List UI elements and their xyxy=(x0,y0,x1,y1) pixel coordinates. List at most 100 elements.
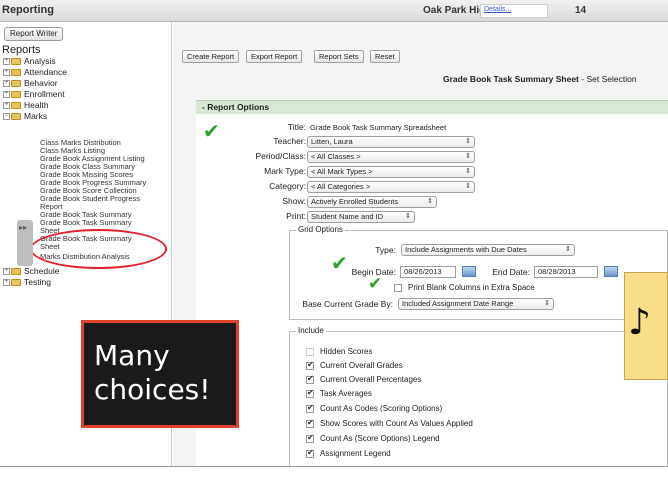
folder-icon xyxy=(11,91,21,99)
expand-icon[interactable]: + xyxy=(3,102,10,110)
annotation-text: Many choices! xyxy=(94,339,211,406)
select-arrow-icon: ⇕ xyxy=(405,213,411,220)
panel-collapse-handle[interactable]: ▸▸ xyxy=(17,220,33,266)
teacher-select[interactable]: Litten, Laura ⇕ xyxy=(307,136,475,148)
page-title: Grade Book Task Summary Sheet - Set Sele… xyxy=(443,74,637,84)
print-select[interactable]: Student Name and ID ⇕ xyxy=(307,211,415,223)
expand-icon[interactable]: + xyxy=(3,279,10,287)
screenshot-frame: Reporting Oak Park Hig Details... 14 Rep… xyxy=(0,0,668,493)
folder-icon xyxy=(11,69,21,77)
expand-icon[interactable]: + xyxy=(3,80,10,88)
mark-type-label: Mark Type: xyxy=(264,166,306,176)
tree-item-health[interactable]: + Health xyxy=(3,100,49,111)
report-sets-button[interactable]: Report Sets xyxy=(314,50,364,63)
count-as-legend-checkbox[interactable] xyxy=(306,433,314,443)
checkmark-icon: ✔ xyxy=(331,253,348,275)
tree-label: Marks xyxy=(24,111,48,121)
include-legend: Include xyxy=(296,326,326,335)
highlight-ring xyxy=(30,229,167,269)
include-group: Include Hidden Scores Current Overall Gr… xyxy=(289,326,668,466)
select-arrow-icon: ⇕ xyxy=(465,168,471,175)
select-arrow-icon: ⇕ xyxy=(465,138,471,145)
print-blank-columns-checkbox[interactable] xyxy=(394,284,402,292)
select-value: Included Assignment Date Range xyxy=(402,299,514,308)
expand-icon[interactable]: + xyxy=(3,58,10,66)
tree-item-marks[interactable]: − Marks xyxy=(3,111,47,122)
report-writer-button[interactable]: Report Writer xyxy=(4,27,64,41)
print-blank-columns-label: Print Blank Columns in Extra Space xyxy=(408,283,535,292)
expand-icon[interactable]: + xyxy=(3,91,10,99)
audio-note-box[interactable]: ♪ xyxy=(624,272,668,380)
assignment-legend-label: Assignment Legend xyxy=(320,449,391,458)
report-options-header[interactable]: - Report Options xyxy=(196,100,668,114)
report-options-form: Title: Grade Book Task Summary Spreadshe… xyxy=(196,114,668,466)
current-overall-percentages-checkbox[interactable] xyxy=(306,374,314,384)
checkmark-icon: ✔ xyxy=(368,274,383,293)
tree-label: Attendance xyxy=(24,67,68,77)
page-subtitle: - Set Selection xyxy=(581,74,637,84)
hidden-scores-checkbox[interactable] xyxy=(306,348,314,356)
category-label: Category: xyxy=(269,181,306,191)
show-scores-count-as-label: Show Scores with Count As Values Applied xyxy=(320,419,473,428)
select-value: < All Mark Types > xyxy=(311,167,373,176)
report-name: Grade Book Task Summary Sheet xyxy=(443,74,579,84)
calendar-icon[interactable] xyxy=(604,266,618,277)
top-bar: Reporting Oak Park Hig Details... 14 xyxy=(0,0,668,22)
tree-item-schedule[interactable]: + Schedule xyxy=(3,266,59,277)
bottom-bar xyxy=(0,466,668,493)
select-arrow-icon: ⇕ xyxy=(427,198,433,205)
title-value[interactable]: Grade Book Task Summary Spreadsheet xyxy=(310,123,446,132)
select-value: Actively Enrolled Students xyxy=(311,197,399,206)
folder-open-icon xyxy=(11,113,21,121)
tree-item-analysis[interactable]: + Analysis xyxy=(3,56,56,67)
select-value: < All Categories > xyxy=(311,182,371,191)
tree-item-behavior[interactable]: + Behavior xyxy=(3,78,58,89)
count-as-legend-label: Count As (Score Options) Legend xyxy=(320,434,440,443)
tree-item-enrollment[interactable]: + Enrollment xyxy=(3,89,65,100)
reset-button[interactable]: Reset xyxy=(370,50,400,63)
expand-icon[interactable]: + xyxy=(3,69,10,77)
task-averages-checkbox[interactable] xyxy=(306,388,314,398)
category-select[interactable]: < All Categories > ⇕ xyxy=(307,181,475,193)
base-grade-label: Base Current Grade By: xyxy=(302,299,393,309)
annotation-box: Many choices! xyxy=(81,320,239,428)
current-overall-grades-label: Current Overall Grades xyxy=(320,361,403,370)
show-select[interactable]: Actively Enrolled Students ⇕ xyxy=(307,196,437,208)
details-link[interactable]: Details... xyxy=(484,6,511,13)
period-select[interactable]: < All Classes > ⇕ xyxy=(307,151,475,163)
show-label: Show: xyxy=(282,196,306,206)
select-arrow-icon: ⇕ xyxy=(465,183,471,190)
show-scores-count-as-checkbox[interactable] xyxy=(306,418,314,428)
details-box[interactable]: Details... xyxy=(480,4,548,18)
report-panel: Create Report Export Report Report Sets … xyxy=(173,22,668,466)
checkmark-icon: ✔ xyxy=(203,121,220,143)
period-label: Period/Class: xyxy=(255,151,306,161)
current-overall-percentages-label: Current Overall Percentages xyxy=(320,375,422,384)
collapse-icon[interactable]: − xyxy=(3,113,10,121)
calendar-icon[interactable] xyxy=(462,266,476,277)
print-label: Print: xyxy=(286,211,306,221)
assignment-legend-checkbox[interactable] xyxy=(306,448,314,458)
count-as-codes-checkbox[interactable] xyxy=(306,403,314,413)
end-date-input[interactable]: 08/28/2013 xyxy=(534,266,598,278)
end-date-label: End Date: xyxy=(492,267,530,277)
export-report-button[interactable]: Export Report xyxy=(246,50,303,63)
base-grade-select[interactable]: Included Assignment Date Range ⇕ xyxy=(398,298,554,310)
folder-icon xyxy=(11,102,21,110)
grid-type-select[interactable]: Include Assignments with Due Dates ⇕ xyxy=(401,244,575,256)
select-value: Include Assignments with Due Dates xyxy=(405,245,527,254)
folder-icon xyxy=(11,80,21,88)
select-arrow-icon: ⇕ xyxy=(544,300,550,307)
tree-item-testing[interactable]: + Testing xyxy=(3,277,51,288)
current-overall-grades-checkbox[interactable] xyxy=(306,360,314,370)
collapse-arrow-icon[interactable]: ▸▸ xyxy=(19,223,27,232)
music-note-icon[interactable]: ♪ xyxy=(628,303,651,343)
select-arrow-icon: ⇕ xyxy=(565,246,571,253)
mark-type-select[interactable]: < All Mark Types > ⇕ xyxy=(307,166,475,178)
select-value: < All Classes > xyxy=(311,152,361,161)
expand-icon[interactable]: + xyxy=(3,268,10,276)
create-report-button[interactable]: Create Report xyxy=(182,50,240,63)
folder-icon xyxy=(11,58,21,66)
begin-date-input[interactable]: 08/26/2013 xyxy=(400,266,456,278)
tree-item-attendance[interactable]: + Attendance xyxy=(3,67,67,78)
